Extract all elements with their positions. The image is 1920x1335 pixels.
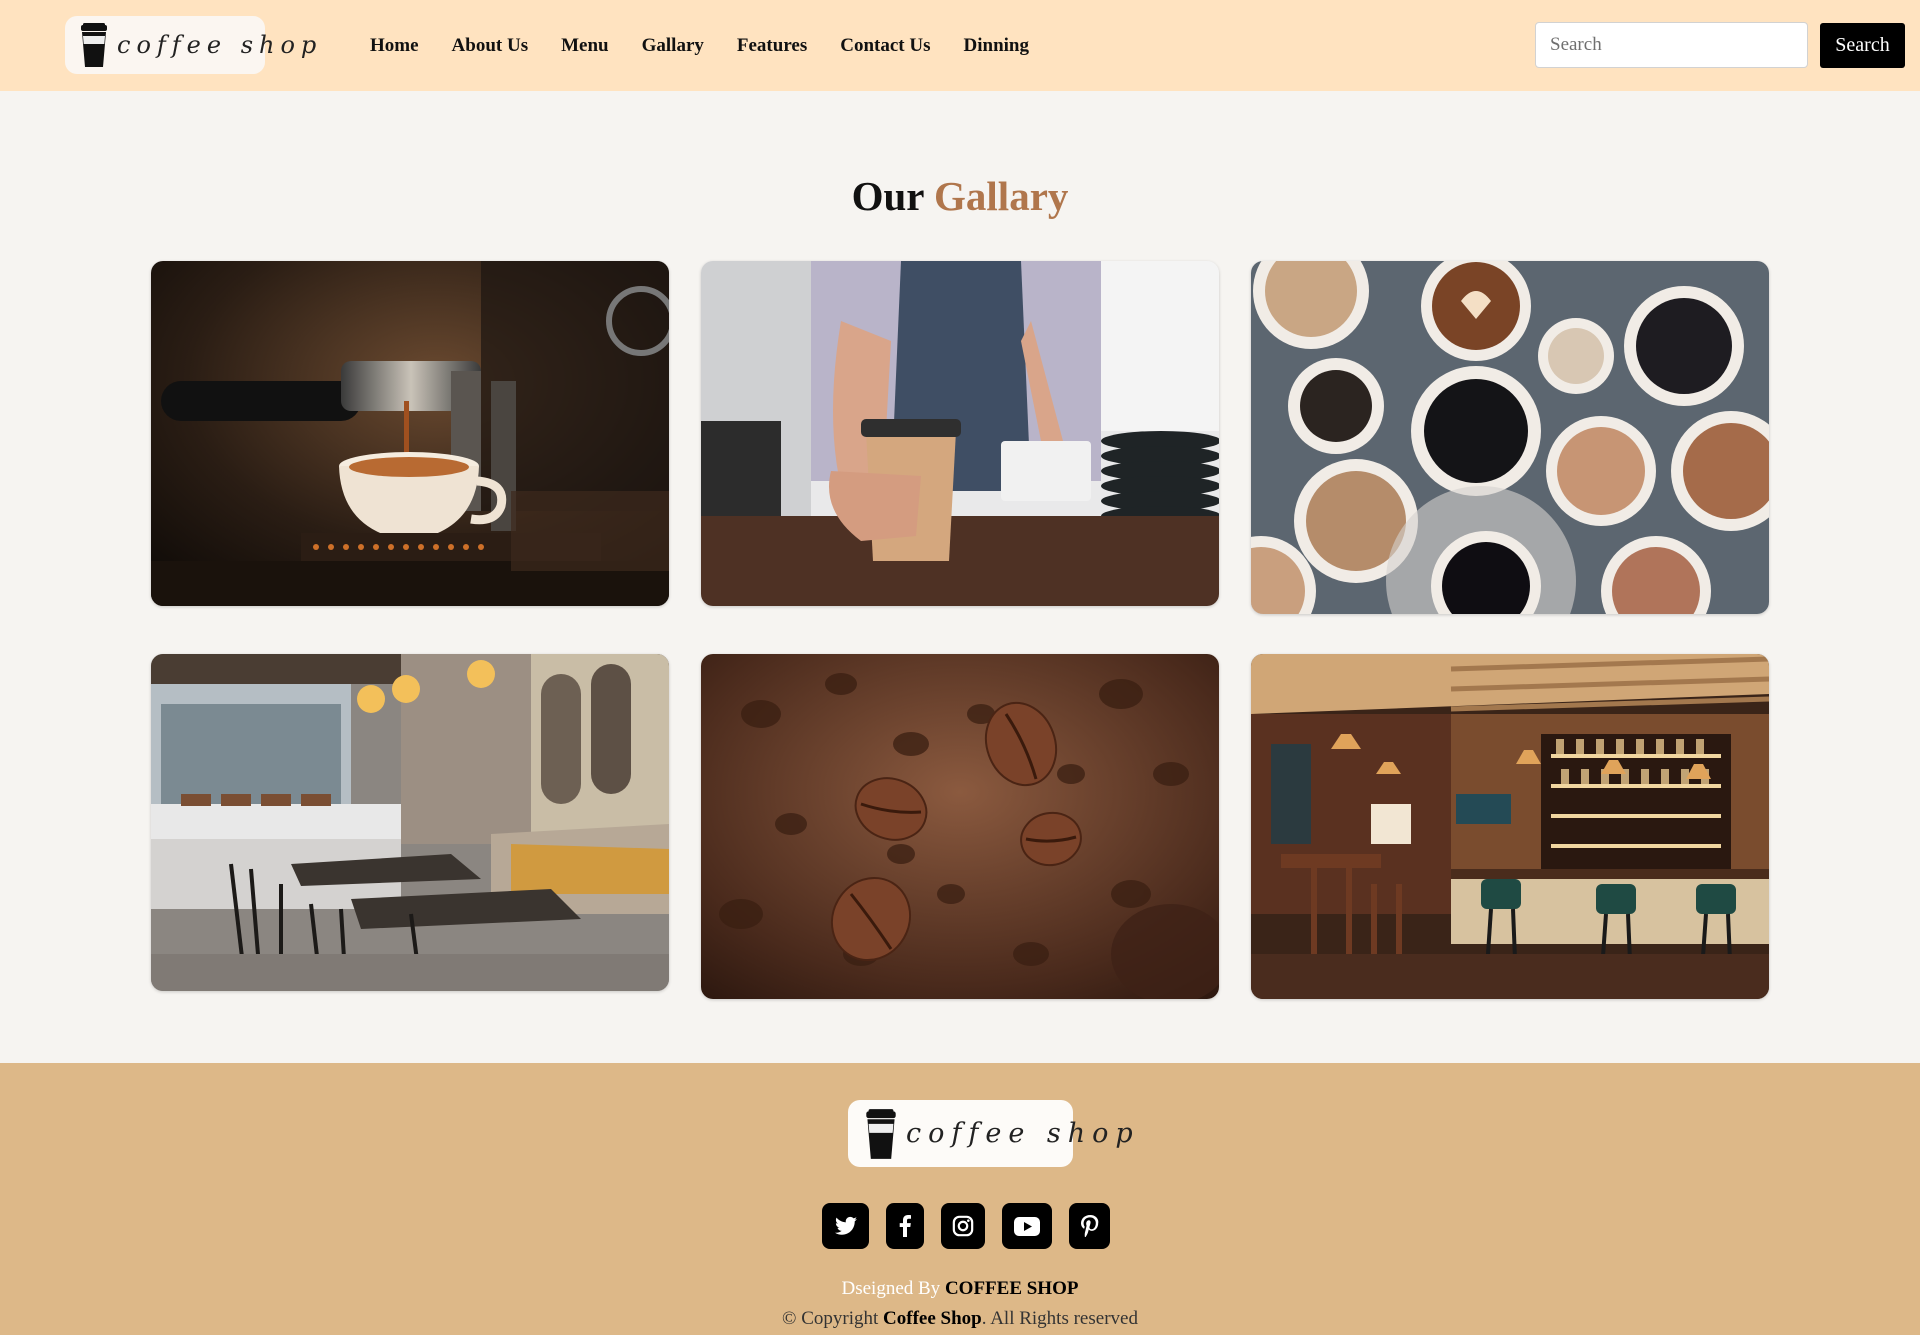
gallery-image-cups[interactable] — [1251, 261, 1769, 614]
nav-menu[interactable]: Menu — [561, 35, 609, 57]
instagram-link[interactable] — [941, 1203, 985, 1249]
gallery-image-espresso[interactable] — [151, 261, 669, 606]
gallery-title-accent: Gallary — [934, 173, 1069, 219]
nav-dinning[interactable]: Dinning — [964, 35, 1029, 57]
gallery-image-bar-interior[interactable] — [1251, 654, 1769, 999]
copyright: © Copyright Coffee Shop. All Rights rese… — [0, 1307, 1920, 1331]
footer-logo-text: coffee shop — [906, 1118, 1140, 1149]
pinterest-link[interactable] — [1069, 1203, 1110, 1249]
social-links — [0, 1203, 1920, 1249]
logo-text: coffee shop — [117, 31, 323, 59]
youtube-icon — [1014, 1216, 1040, 1236]
nav-home[interactable]: Home — [370, 35, 419, 57]
footer-logo[interactable]: coffee shop — [848, 1100, 1133, 1167]
twitter-icon — [834, 1216, 857, 1235]
coffee-cup-icon — [864, 1108, 898, 1160]
designed-by-prefix: Dseigned By — [841, 1278, 941, 1299]
nav-gallary[interactable]: Gallary — [642, 35, 704, 57]
nav-about-us[interactable]: About Us — [452, 35, 529, 57]
copyright-brand: Coffee Shop — [883, 1308, 982, 1329]
facebook-link[interactable] — [886, 1203, 924, 1249]
main-nav: Home About Us Menu Gallary Features Cont… — [370, 0, 1062, 91]
site-header: coffee shop Home About Us Menu Gallary F… — [0, 0, 1920, 91]
search-button[interactable]: Search — [1820, 23, 1905, 68]
facebook-icon — [899, 1215, 911, 1237]
site-logo[interactable]: coffee shop — [65, 16, 316, 74]
gallery-image-barista[interactable] — [701, 261, 1219, 606]
pinterest-icon — [1080, 1215, 1098, 1237]
site-footer: coffee shop Dseigned By COFFEE SHOP © Co… — [0, 1063, 1920, 1335]
nav-features[interactable]: Features — [737, 35, 807, 57]
gallery-title-plain: Our — [851, 173, 924, 219]
copyright-prefix: © Copyright — [782, 1308, 879, 1329]
designed-by-brand: COFFEE SHOP — [944, 1278, 1079, 1299]
search-input[interactable] — [1535, 22, 1808, 68]
coffee-cup-icon — [79, 22, 109, 68]
nav-contact-us[interactable]: Contact Us — [840, 35, 930, 57]
copyright-suffix: . All Rights reserved — [981, 1308, 1138, 1329]
instagram-icon — [952, 1215, 974, 1237]
gallery-title: Our Gallary — [0, 166, 1920, 226]
youtube-link[interactable] — [1002, 1203, 1052, 1249]
twitter-link[interactable] — [822, 1203, 869, 1249]
gallery-image-coffee-beans[interactable] — [701, 654, 1219, 999]
designed-by: Dseigned By COFFEE SHOP — [0, 1277, 1920, 1301]
gallery-image-cafe-interior[interactable] — [151, 654, 669, 991]
